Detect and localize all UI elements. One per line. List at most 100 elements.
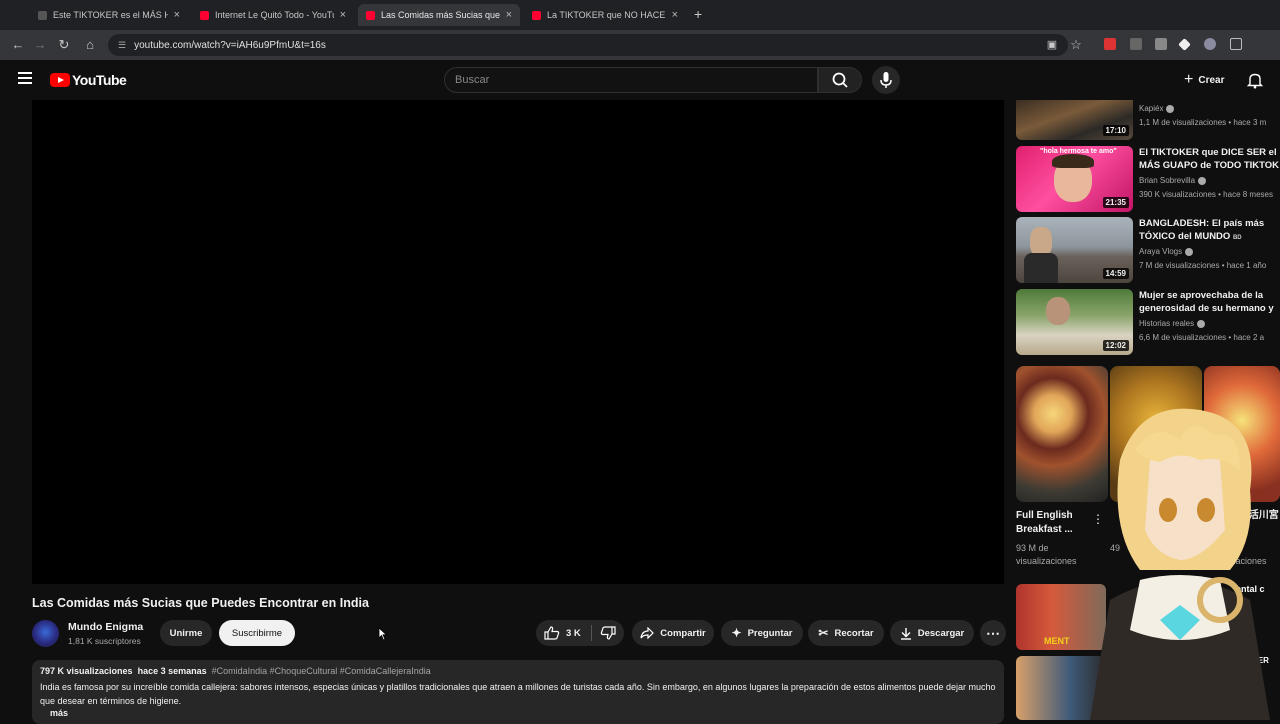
notifications-button[interactable] — [1246, 71, 1264, 89]
tab-favicon-icon — [38, 10, 47, 20]
shield-extension-icon[interactable] — [1130, 38, 1142, 50]
rec-meta: 7 M de visualizaciones • hace 1 año — [1139, 261, 1267, 270]
mouse-cursor-icon — [378, 627, 388, 641]
tab-favicon-icon — [366, 10, 375, 20]
channel-name[interactable]: Mundo Enigma — [68, 621, 143, 633]
recommended-video[interactable]: "hola hermosa te amo" 21:35 El TIKTOKER … — [1016, 146, 1280, 212]
verified-icon — [1166, 104, 1175, 113]
channel-avatar[interactable] — [32, 620, 59, 647]
rec-title[interactable]: Mujer se aprovechaba de la generosidad d… — [1139, 289, 1280, 315]
youtube-play-icon — [50, 73, 70, 87]
video-thumbnail[interactable]: 12:02 — [1016, 289, 1133, 355]
tab-close-icon[interactable]: × — [340, 9, 346, 21]
site-info-icon[interactable]: ☰ — [118, 40, 126, 51]
tab-favicon-icon — [200, 10, 209, 20]
subscribe-label: Suscribirme — [231, 627, 283, 639]
rec-channel[interactable]: Historias reales — [1139, 319, 1206, 328]
address-bar[interactable]: ☰ youtube.com/watch?v=iAH6u9PfmU&t=16s — [108, 34, 1068, 56]
join-label: Unirme — [169, 627, 203, 639]
logo-text: YouTube — [72, 72, 127, 88]
reload-icon[interactable]: ↻ — [56, 37, 72, 53]
search-placeholder: Buscar — [455, 74, 490, 86]
video-thumbnail[interactable]: 14:59 — [1016, 217, 1133, 283]
download-label: Descargar — [917, 627, 965, 639]
bookmark-star-icon[interactable]: ☆ — [1068, 37, 1084, 53]
tab-close-icon[interactable]: × — [672, 9, 678, 21]
back-icon[interactable]: ← — [10, 37, 26, 53]
rec-title[interactable]: BANGLADESH: El país más TÓXICO del MUNDO… — [1139, 217, 1280, 243]
youtube-logo[interactable]: YouTube — [50, 72, 127, 88]
profile-extension-icon[interactable] — [1204, 38, 1216, 50]
video-player[interactable] — [32, 100, 1004, 584]
diamond-extension-icon[interactable] — [1178, 38, 1191, 51]
thumbnail-shirt — [1024, 253, 1058, 283]
rec-channel[interactable]: Araya Vlogs — [1139, 247, 1194, 256]
dislike-button[interactable] — [600, 626, 616, 640]
menu-icon[interactable] — [18, 72, 32, 84]
rec-title[interactable]: El TIKTOKER que DICE SER el MÁS GUAPO de… — [1139, 146, 1280, 172]
duration-badge: 14:59 — [1102, 268, 1129, 279]
show-more-link[interactable]: más — [50, 708, 68, 718]
recommended-video[interactable]: 12:02 Mujer se aprovechaba de la generos… — [1016, 289, 1280, 355]
rec-meta: 6,6 M de visualizaciones • hace 2 a — [1139, 333, 1265, 342]
recommended-video[interactable]: 14:59 BANGLADESH: El país más TÓXICO del… — [1016, 217, 1280, 283]
scissors-icon: ✂ — [818, 626, 829, 640]
puzzle-extensions-icon[interactable] — [1230, 38, 1242, 50]
rec-meta: 390 K visualizaciones • hace 8 meses — [1139, 190, 1273, 199]
download-icon — [900, 627, 912, 640]
forward-icon[interactable]: → — [32, 37, 48, 53]
browser-tab[interactable]: Este TIKTOKER es el MÁS HERMOSO × — [30, 4, 188, 26]
browser-tab-active[interactable]: Las Comidas más Sucias que Puedes × — [358, 4, 520, 26]
create-label: Crear — [1198, 74, 1225, 86]
rec-title-text: BANGLADESH: El país más TÓXICO del MUNDO — [1139, 218, 1265, 242]
extension-icon[interactable] — [1155, 38, 1167, 50]
like-divider — [590, 625, 592, 641]
recommended-video[interactable]: 17:10 Kapiéx 1,1 M de visualizaciones • … — [1016, 100, 1280, 140]
rec-channel[interactable]: Kapiéx — [1139, 104, 1175, 113]
share-button[interactable]: Compartir — [632, 620, 714, 646]
duration-badge: 21:35 — [1102, 197, 1129, 208]
hashtags[interactable]: #ComidaIndia #ChoqueCultural #ComidaCall… — [212, 666, 431, 676]
description-meta: 797 K visualizaciones hace 3 semanas #Co… — [40, 666, 431, 676]
join-button[interactable]: Unirme — [160, 620, 212, 646]
description-text: India es famosa por su increíble comida … — [40, 682, 996, 706]
thumbnail-person — [1046, 297, 1070, 325]
install-icon[interactable]: ▣ — [1044, 37, 1060, 53]
vtuber-avatar-overlay — [1090, 408, 1270, 720]
rec-channel[interactable]: Brian Sobrevilla — [1139, 176, 1207, 185]
subscriber-count: 1,81 K suscriptores — [68, 636, 141, 646]
ask-button[interactable]: ✦ Preguntar — [721, 620, 803, 646]
download-button[interactable]: Descargar — [890, 620, 974, 646]
flag-emoji: BD — [1232, 235, 1242, 241]
tab-close-icon[interactable]: × — [174, 9, 180, 21]
browser-tab[interactable]: Internet Le Quitó Todo - YouTube × — [192, 4, 354, 26]
rec-meta: 1,1 M de visualizaciones • hace 3 m — [1139, 118, 1267, 127]
video-thumbnail[interactable]: "hola hermosa te amo" 21:35 — [1016, 146, 1133, 212]
description-box[interactable]: 797 K visualizaciones hace 3 semanas #Co… — [32, 660, 1004, 724]
adblock-extension-icon[interactable] — [1104, 38, 1116, 50]
like-count: 3 K — [566, 627, 581, 639]
clip-button[interactable]: ✂ Recortar — [808, 620, 884, 646]
more-actions-button[interactable]: ⋯ — [980, 620, 1006, 646]
rec-channel-name: Brian Sobrevilla — [1139, 176, 1196, 185]
microphone-icon — [880, 72, 892, 88]
search-input[interactable]: Buscar — [444, 67, 818, 93]
browser-tab[interactable]: La TIKTOKER que NO HACE NADA × — [524, 4, 686, 26]
like-button[interactable] — [544, 626, 560, 640]
share-label: Compartir — [660, 627, 706, 639]
tab-close-icon[interactable]: × — [506, 9, 512, 21]
video-title: Las Comidas más Sucias que Puedes Encont… — [32, 596, 369, 610]
tab-title: La TIKTOKER que NO HACE NADA — [547, 10, 666, 20]
thumbs-up-icon — [544, 626, 560, 640]
create-button[interactable]: + Crear — [1178, 68, 1230, 92]
search-button[interactable] — [818, 67, 862, 93]
new-tab-button[interactable]: + — [694, 6, 702, 22]
subscribe-button[interactable]: Suscribirme — [219, 620, 295, 646]
voice-search-button[interactable] — [872, 66, 900, 94]
rec-channel-name: Kapiéx — [1139, 104, 1164, 113]
verified-icon — [1185, 247, 1194, 256]
home-icon[interactable]: ⌂ — [82, 37, 98, 53]
rec-channel-name: Araya Vlogs — [1139, 247, 1183, 256]
thumbnail-hair — [1052, 154, 1094, 168]
video-thumbnail[interactable]: 17:10 — [1016, 100, 1133, 140]
